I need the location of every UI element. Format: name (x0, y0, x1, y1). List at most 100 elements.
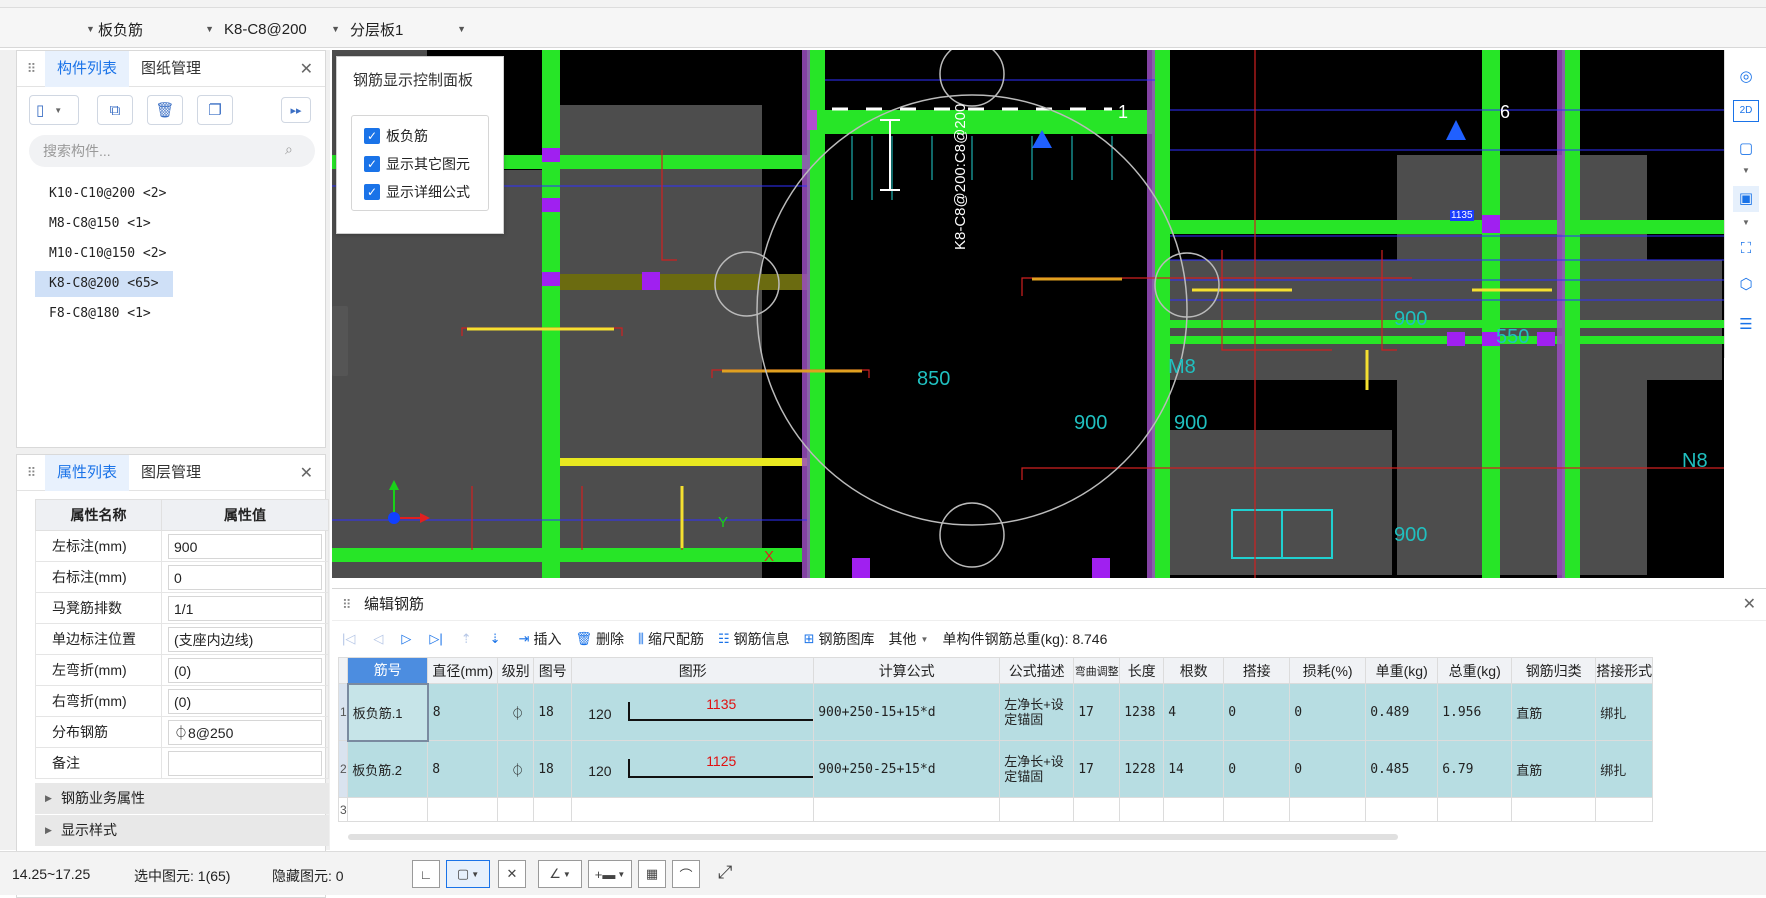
cell-shape[interactable]: 120 1135 (571, 683, 815, 741)
new-component-button[interactable]: ▯ ▼ (29, 95, 79, 125)
col-header[interactable]: 根数 (1163, 657, 1225, 684)
tab-property-list[interactable]: 属性列表 (45, 454, 130, 491)
move-down-button[interactable]: ⇣ (490, 631, 505, 647)
col-header[interactable]: 级别 (497, 657, 535, 684)
layer-select[interactable]: 分层板1 ▼ (350, 16, 466, 42)
col-header[interactable]: 计算公式 (813, 657, 1001, 684)
close-icon[interactable]: ✕ (1743, 589, 1756, 621)
empty-cell[interactable] (427, 797, 499, 822)
empty-cell[interactable] (1595, 797, 1654, 822)
angle-toggle[interactable]: ∠ ▼ (538, 860, 582, 888)
dynamic-input-toggle[interactable]: ▦ (638, 860, 666, 888)
cell-loss[interactable]: 0 (1289, 740, 1367, 798)
component-item[interactable]: M8-C8@150 <1> (35, 211, 165, 237)
cell-lap[interactable]: 0 (1223, 740, 1291, 798)
cell-length[interactable]: 1228 (1119, 740, 1165, 798)
table-row[interactable]: 2 板负筋.2 8 ⏀ 18 120 1125 900+250-25+15*d 左… (337, 740, 1654, 798)
search-icon[interactable]: ⌕ (285, 141, 293, 158)
col-header[interactable]: 总重(kg) (1437, 657, 1513, 684)
component-item[interactable]: F8-C8@180 <1> (35, 301, 165, 327)
cell-total-weight[interactable]: 1.956 (1437, 683, 1513, 741)
expand-icon[interactable]: ⤢ (718, 862, 732, 883)
cell-unit-weight[interactable]: 0.485 (1365, 740, 1439, 798)
tab-layer-management[interactable]: 图层管理 (129, 455, 213, 491)
col-header[interactable]: 搭接 (1223, 657, 1291, 684)
cross-toggle[interactable]: ✕ (498, 860, 526, 888)
empty-cell[interactable] (571, 797, 815, 822)
cell-name[interactable]: 板负筋.1 (346, 682, 429, 742)
empty-cell[interactable] (533, 797, 573, 822)
cell-category[interactable]: 直筋 (1511, 740, 1597, 798)
next-record-button[interactable]: ▷ (401, 631, 415, 647)
prop-value-input[interactable]: 0 (168, 564, 322, 590)
empty-cell[interactable] (999, 797, 1075, 822)
expand-button[interactable]: ▸▸ (281, 97, 311, 123)
move-up-button[interactable]: ⇡ (461, 631, 476, 647)
cell-lap[interactable]: 0 (1223, 683, 1291, 741)
option-negative-rebar[interactable]: ✓ 板负筋 (364, 126, 428, 146)
empty-cell[interactable] (1365, 797, 1439, 822)
offset-toggle[interactable]: +▬ ▼ (588, 860, 632, 888)
cell-figure[interactable]: 18 (533, 683, 573, 741)
close-icon[interactable]: ✕ (300, 59, 313, 79)
cell-length[interactable]: 1238 (1119, 683, 1165, 741)
snap-toggle[interactable]: ▢ ▼ (446, 860, 490, 888)
rebar-library-button[interactable]: ⊞ 钢筋图库 (804, 629, 875, 649)
cell-bend[interactable]: 17 (1073, 740, 1121, 798)
delete-component-button[interactable]: 🗑︎ (147, 95, 183, 125)
display-settings-icon[interactable]: ☰ (1733, 312, 1759, 338)
empty-cell[interactable] (1163, 797, 1225, 822)
prop-value-input[interactable]: 900 (168, 533, 322, 559)
ortho-toggle[interactable]: ∟ (412, 860, 440, 888)
prop-value-input[interactable]: 1/1 (168, 595, 322, 621)
type-select[interactable]: 板负筋 ▼ (98, 16, 218, 42)
cell-diameter[interactable]: 8 (427, 740, 499, 798)
category-dropdown-arrow[interactable]: ▼ (80, 16, 95, 42)
table-row[interactable]: 1 板负筋.1 8 ⏀ 18 120 1135 900+250-15+15*d 左… (337, 682, 1654, 742)
search-input[interactable]: 搜索构件... (29, 135, 315, 167)
col-header[interactable]: 直径(mm) (427, 657, 499, 684)
spec-select[interactable]: K8-C8@200 ▼ (224, 16, 340, 42)
row-index[interactable]: 3 (337, 797, 349, 822)
cell-loss[interactable]: 0 (1289, 683, 1367, 741)
empty-cell[interactable] (813, 797, 1001, 822)
close-icon[interactable]: ✕ (300, 463, 313, 483)
cell-description[interactable]: 左净长+设定锚固 (999, 740, 1075, 798)
cell-lap-type[interactable]: 绑扎 (1595, 683, 1654, 741)
drag-handle-icon[interactable]: ⠿ (17, 465, 45, 481)
col-header[interactable]: 搭接形式 (1595, 657, 1654, 684)
first-record-button[interactable]: |◁ (342, 631, 359, 647)
cell-grade[interactable]: ⏀ (497, 740, 535, 798)
cell-count[interactable]: 14 (1163, 740, 1225, 798)
prop-value-input[interactable]: ⏀8@250 (168, 719, 322, 745)
cell-formula[interactable]: 900+250-15+15*d (813, 683, 1001, 741)
cell-lap-type[interactable]: 绑扎 (1595, 740, 1654, 798)
empty-cell[interactable] (1223, 797, 1291, 822)
cell-figure[interactable]: 18 (533, 740, 573, 798)
copy-component-button[interactable]: ⧉ (97, 95, 133, 125)
cell-bend[interactable]: 17 (1073, 683, 1121, 741)
empty-cell[interactable] (1437, 797, 1513, 822)
col-header[interactable]: 单重(kg) (1365, 657, 1439, 684)
polyline-toggle[interactable]: ⌒ (672, 860, 700, 888)
last-record-button[interactable]: ▷| (429, 631, 446, 647)
cell-name[interactable]: 板负筋.2 (347, 740, 429, 798)
rebar-info-button[interactable]: ☷ 钢筋信息 (718, 629, 790, 649)
cell-unit-weight[interactable]: 0.489 (1365, 683, 1439, 741)
scale-rebar-button[interactable]: ⫼ 缩尺配筋 (638, 629, 704, 649)
chevron-down-icon[interactable]: ▼ (1733, 158, 1759, 184)
cell-total-weight[interactable]: 6.79 (1437, 740, 1513, 798)
2d-view-icon[interactable]: 2D (1733, 100, 1759, 122)
cell-grade[interactable]: ⏀ (497, 683, 535, 741)
cell-count[interactable]: 4 (1163, 683, 1225, 741)
fullscreen-icon[interactable]: ⛶ (1733, 236, 1759, 262)
col-header[interactable]: 弯曲调整 (1073, 657, 1121, 684)
col-header[interactable]: 图号 (533, 657, 573, 684)
prop-value-input[interactable]: (0) (168, 657, 322, 683)
table-row-empty[interactable]: 3 (337, 797, 1654, 822)
cell-description[interactable]: 左净长+设定锚固 (999, 683, 1075, 741)
option-show-other-elements[interactable]: ✓ 显示其它图元 (364, 154, 470, 174)
insert-button[interactable]: ⇥ 插入 (519, 629, 562, 649)
drag-handle-icon[interactable]: ⠿ (342, 589, 352, 621)
empty-cell[interactable] (497, 797, 535, 822)
